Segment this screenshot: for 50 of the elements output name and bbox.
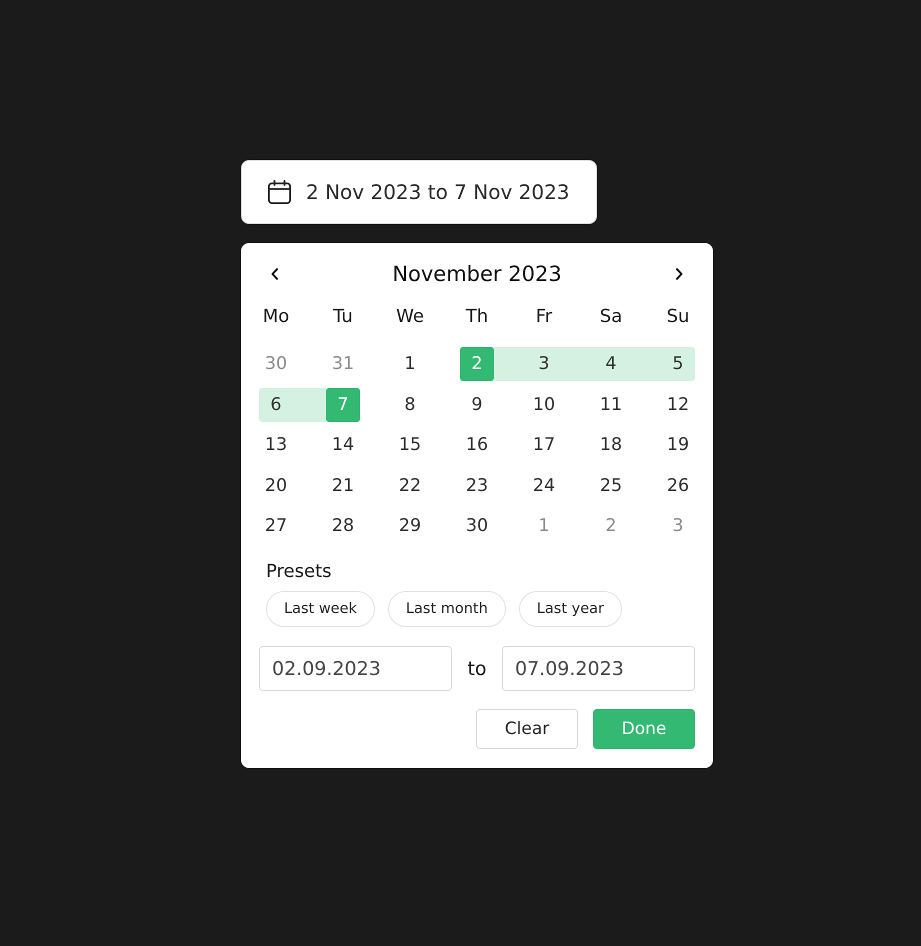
day-cell[interactable]: 24 bbox=[532, 474, 556, 496]
day-cell[interactable]: 11 bbox=[600, 394, 622, 416]
day-cell[interactable]: 28 bbox=[332, 515, 354, 537]
day-cell[interactable]: 8 bbox=[404, 394, 416, 416]
weekday-label: Mo bbox=[262, 306, 290, 328]
next-month-button[interactable] bbox=[675, 268, 683, 280]
calendar-icon bbox=[268, 180, 291, 204]
day-cell[interactable]: 1 bbox=[404, 353, 416, 375]
day-cell[interactable]: 25 bbox=[600, 474, 622, 496]
preset-chip[interactable]: Last month bbox=[388, 591, 506, 627]
day-cell[interactable]: 27 bbox=[264, 515, 288, 537]
start-date-field[interactable]: 02.09.2023 bbox=[259, 646, 452, 691]
end-date-field[interactable]: 07.09.2023 bbox=[502, 646, 695, 691]
weekday-label: Th bbox=[466, 306, 488, 328]
weekday-label: Su bbox=[666, 306, 690, 328]
weekday-label: We bbox=[396, 306, 424, 328]
day-cell[interactable]: 29 bbox=[398, 515, 422, 537]
day-cell[interactable]: 15 bbox=[398, 434, 422, 456]
day-cell[interactable]: 22 bbox=[398, 474, 422, 496]
day-cell[interactable]: 30 bbox=[466, 515, 488, 537]
day-cell[interactable]: 10 bbox=[532, 394, 556, 416]
day-cell[interactable]: 23 bbox=[466, 474, 488, 496]
presets-label: Presets bbox=[266, 561, 332, 583]
weekday-label: Fr bbox=[536, 306, 552, 328]
day-cell[interactable]: 6 bbox=[259, 388, 326, 422]
day-cell[interactable]: 9 bbox=[471, 394, 483, 416]
chevron-left-icon bbox=[271, 268, 279, 280]
day-cell[interactable]: 18 bbox=[600, 434, 622, 456]
range-separator: to bbox=[467, 658, 487, 680]
day-cell[interactable]: 19 bbox=[666, 434, 690, 456]
day-cell[interactable]: 16 bbox=[466, 434, 488, 456]
day-cell[interactable]: 13 bbox=[264, 434, 288, 456]
day-cell[interactable]: 20 bbox=[264, 474, 288, 496]
date-range-button[interactable]: 2 Nov 2023 to 7 Nov 2023 bbox=[241, 160, 597, 224]
day-cell[interactable]: 17 bbox=[532, 434, 556, 456]
day-cell[interactable]: 26 bbox=[666, 474, 690, 496]
weekday-label: Tu bbox=[333, 306, 353, 328]
day-cell[interactable]: 4 bbox=[561, 347, 628, 381]
day-cell[interactable]: 3 bbox=[494, 347, 561, 381]
day-cell[interactable]: 21 bbox=[332, 474, 354, 496]
day-cell[interactable]: 12 bbox=[666, 394, 690, 416]
month-title: November 2023 bbox=[392, 262, 562, 286]
day-cell[interactable]: 5 bbox=[628, 347, 695, 381]
preset-chip[interactable]: Last year bbox=[518, 591, 622, 627]
clear-button[interactable]: Clear bbox=[476, 709, 578, 749]
day-cell[interactable]: 14 bbox=[332, 434, 354, 456]
weekday-label: Sa bbox=[600, 306, 622, 328]
previous-month-button[interactable] bbox=[271, 268, 279, 280]
chevron-right-icon bbox=[675, 268, 683, 280]
preset-chip[interactable]: Last week bbox=[266, 591, 375, 627]
